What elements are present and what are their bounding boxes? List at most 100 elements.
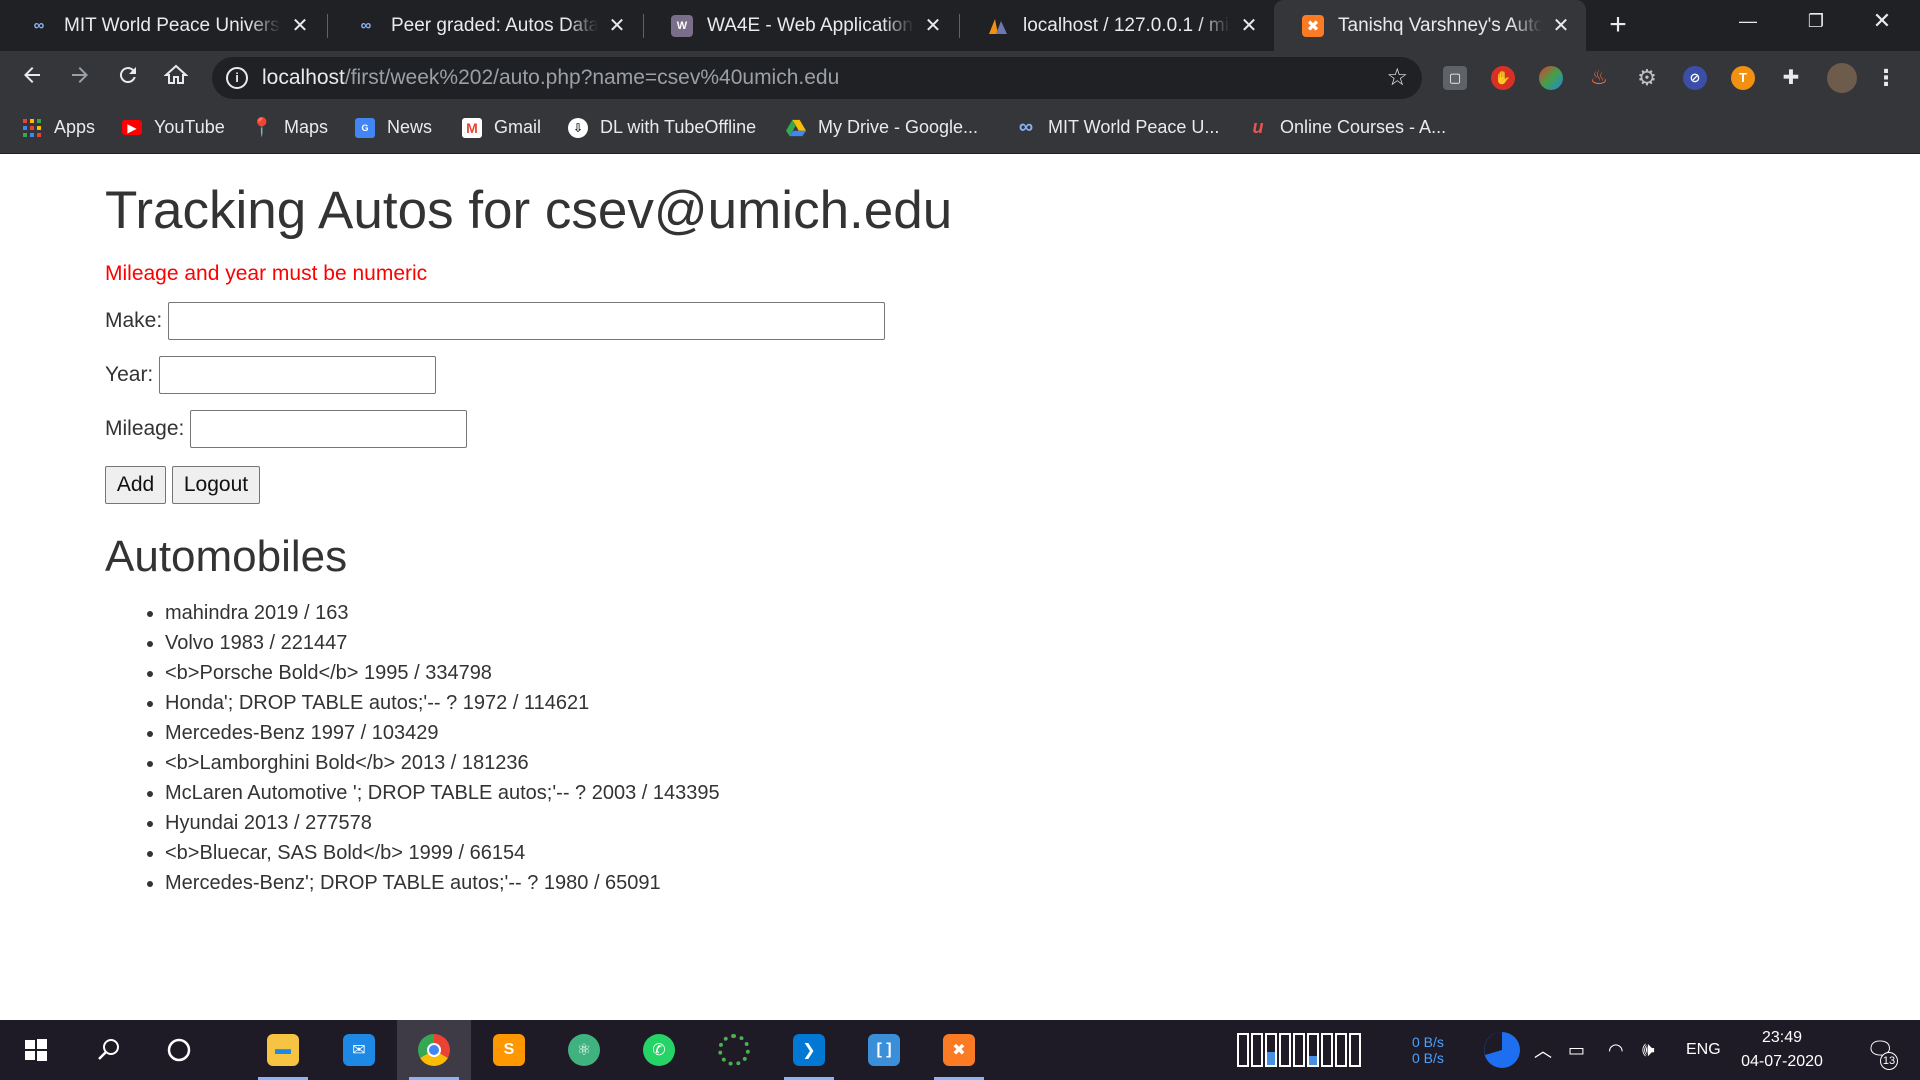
browser-tab-strip: ∞ MIT World Peace University ✕ ∞ Peer gr… — [0, 0, 1920, 51]
upload-speed: 0 B/s — [1412, 1034, 1444, 1050]
reload-icon — [119, 67, 136, 84]
taskbar-vscode[interactable]: ❯ — [772, 1020, 846, 1080]
bookmark-my-drive[interactable]: My Drive - Google... — [786, 117, 978, 138]
tab-wa4e[interactable]: W WA4E - Web Applications for Everybody … — [643, 0, 958, 51]
menu-kebab-icon[interactable]: ⋮ — [1874, 66, 1898, 90]
tab-automobile-tracker[interactable]: ✖ Tanishq Varshney's Automobile Tracker … — [1274, 0, 1586, 51]
bookmark-label: Maps — [284, 117, 329, 137]
maps-icon: 📍 — [250, 117, 274, 137]
restore-button[interactable]: ❐ — [1786, 0, 1846, 42]
bookmarks-bar: Apps ▶ YouTube 📍 Maps G News M Gmail ⇩ D… — [0, 105, 1920, 154]
colorzilla-icon[interactable] — [1539, 66, 1563, 90]
list-item: Mercedes-Benz'; DROP TABLE autos;'-- ? 1… — [165, 868, 720, 898]
make-label: Make: — [105, 309, 163, 332]
minimize-button[interactable]: — — [1718, 0, 1778, 42]
mileage-input[interactable] — [190, 410, 468, 448]
close-icon[interactable]: ✕ — [1550, 13, 1572, 38]
close-icon[interactable]: ✕ — [922, 13, 944, 38]
cpu-meter-widget[interactable] — [1236, 1020, 1372, 1080]
action-center-button[interactable]: 🗨 13 — [1858, 1020, 1902, 1080]
window-close-button[interactable]: ✕ — [1852, 0, 1912, 42]
bookmark-online-courses[interactable]: u Online Courses - A... — [1248, 117, 1447, 138]
wa4e-logo-icon: W — [671, 14, 693, 37]
battery-icon[interactable]: ▭ — [1568, 1020, 1585, 1080]
taskbar-atom[interactable]: ⚛ — [547, 1020, 621, 1080]
page-content: Tracking Autos for csev@umich.edu Mileag… — [0, 154, 1920, 1020]
gear-extension-icon[interactable]: ⚙ — [1635, 66, 1659, 90]
list-item: Honda'; DROP TABLE autos;'-- ? 1972 / 11… — [165, 688, 720, 718]
reload-button[interactable] — [110, 60, 146, 96]
automobile-list: mahindra 2019 / 163 Volvo 1983 / 221447 … — [165, 598, 720, 898]
back-button[interactable] — [14, 60, 50, 96]
year-label: Year: — [105, 363, 154, 386]
tab-title: Peer graded: Autos Database — [391, 14, 598, 36]
forward-button[interactable] — [62, 60, 98, 96]
logout-button[interactable]: Logout — [172, 466, 260, 504]
fire-icon[interactable]: ♨ — [1587, 66, 1611, 90]
clock-time: 23:49 — [1761, 1029, 1803, 1046]
home-button[interactable] — [158, 60, 194, 96]
drive-icon — [786, 118, 806, 138]
taskbar-whatsapp[interactable]: ✆ — [622, 1020, 696, 1080]
puzzle-icon[interactable]: ✚ — [1779, 66, 1803, 90]
bookmark-youtube[interactable]: ▶ YouTube — [122, 117, 225, 138]
mail-icon: ✉ — [343, 1034, 375, 1066]
infinity-icon: ∞ — [360, 17, 372, 34]
infinity-icon: ∞ — [1018, 116, 1034, 138]
taskbar-mail[interactable]: ✉ — [322, 1020, 396, 1080]
bookmark-star-icon[interactable]: ☆ — [1386, 63, 1408, 92]
add-button[interactable]: Add — [105, 466, 166, 504]
taskbar-loader-app[interactable] — [697, 1020, 771, 1080]
wifi-icon[interactable]: ◠ — [1608, 1020, 1624, 1080]
vscode-icon: ❯ — [793, 1034, 825, 1066]
profile-avatar[interactable] — [1827, 63, 1857, 93]
bookmark-apps[interactable]: Apps — [22, 117, 95, 138]
bookmark-maps[interactable]: 📍 Maps — [250, 117, 329, 138]
info-icon[interactable]: i — [226, 67, 248, 89]
bookmark-label: MIT World Peace U... — [1048, 117, 1220, 137]
taskbar-file-explorer[interactable]: ▬ — [246, 1020, 320, 1080]
url-text[interactable]: localhost/first/week%202/auto.php?name=c… — [262, 66, 839, 90]
atom-icon: ⚛ — [568, 1034, 600, 1066]
bookmark-label: My Drive - Google... — [818, 117, 979, 137]
pie-widget[interactable] — [1482, 1020, 1522, 1080]
bookmark-mit-world-peace[interactable]: ∞ MIT World Peace U... — [1016, 116, 1220, 138]
show-hidden-icons-button[interactable]: ︿ — [1534, 1020, 1552, 1080]
url-host: localhost — [262, 66, 345, 89]
bookmark-gmail[interactable]: M Gmail — [462, 117, 541, 138]
start-button[interactable] — [0, 1020, 72, 1080]
tab-peer-graded[interactable]: ∞ Peer graded: Autos Database ✕ — [327, 0, 642, 51]
list-item: <b>Porsche Bold</b> 1995 / 334798 — [165, 658, 720, 688]
volume-icon[interactable]: 🕪 — [1642, 1020, 1655, 1080]
taskbar-xampp[interactable]: ✖ — [922, 1020, 996, 1080]
close-icon[interactable]: ✕ — [1238, 13, 1260, 38]
list-item: Volvo 1983 / 221447 — [165, 628, 720, 658]
clock[interactable]: 23:49 04-07-2020 — [1730, 1020, 1834, 1080]
search-button[interactable] — [72, 1020, 146, 1080]
adblock-icon[interactable]: ✋ — [1491, 66, 1515, 90]
tab-mit-world-peace[interactable]: ∞ MIT World Peace University ✕ — [0, 0, 325, 51]
address-bar[interactable]: i localhost/first/week%202/auto.php?name… — [212, 57, 1422, 99]
close-icon[interactable]: ✕ — [289, 13, 311, 38]
taskbar-bracket-app[interactable]: [ ] — [847, 1020, 921, 1080]
pocket-icon[interactable]: ▢ — [1443, 66, 1467, 90]
close-icon[interactable]: ✕ — [606, 13, 628, 38]
language-indicator[interactable]: ENG — [1686, 1020, 1721, 1080]
blocker-icon[interactable]: ⊘ — [1683, 66, 1707, 90]
bookmark-news[interactable]: G News — [355, 117, 432, 138]
year-input[interactable] — [159, 356, 437, 394]
make-input[interactable] — [168, 302, 886, 340]
tab-phpmyadmin[interactable]: localhost / 127.0.0.1 / misc ✕ — [959, 0, 1274, 51]
mileage-row: Mileage: — [105, 410, 468, 448]
home-icon — [163, 64, 189, 84]
tab-title: localhost / 127.0.0.1 / misc — [1023, 14, 1230, 36]
cortana-icon — [167, 1038, 191, 1062]
taskbar-sublime[interactable]: S — [472, 1020, 546, 1080]
list-item: <b>Bluecar, SAS Bold</b> 1999 / 66154 — [165, 838, 720, 868]
taskbar-chrome[interactable] — [397, 1020, 471, 1080]
cortana-button[interactable] — [142, 1020, 216, 1080]
bookmark-tubeoffline[interactable]: ⇩ DL with TubeOffline — [568, 117, 756, 138]
t-extension-icon[interactable]: T — [1731, 66, 1755, 90]
clock-date: 04-07-2020 — [1741, 1053, 1823, 1070]
new-tab-button[interactable]: + — [1600, 8, 1636, 44]
